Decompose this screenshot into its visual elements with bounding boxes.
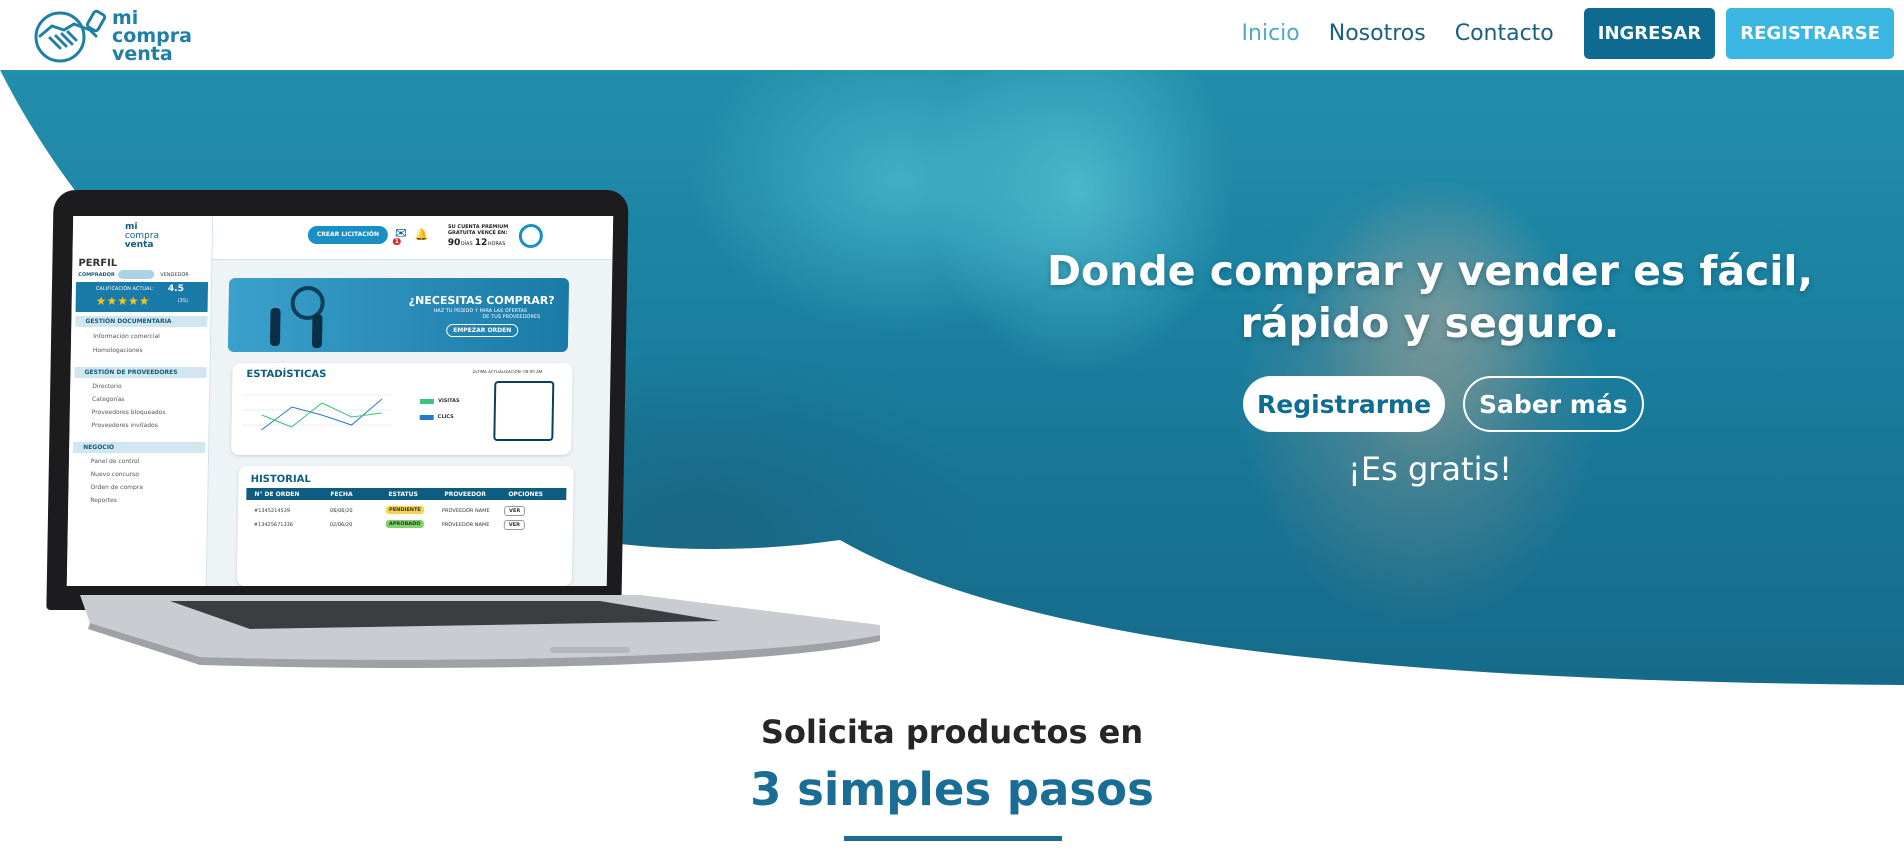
mini-view-button: VER <box>503 520 526 530</box>
mini-cell: #1345214539 <box>254 508 291 514</box>
mini-legend-clicks-swatch <box>419 415 434 420</box>
register-button[interactable]: REGISTRARSE <box>1726 7 1894 59</box>
mini-toggle-right: VENDEDOR <box>160 272 189 278</box>
mini-status-approved: APROBADO <box>385 520 424 528</box>
mini-view-button: VER <box>503 506 526 516</box>
mini-item: Nuevo concurso <box>90 471 140 478</box>
mini-col: OPCIONES <box>508 491 544 498</box>
mini-stats-title: ESTADÍSTICAS <box>246 369 327 380</box>
steps-divider <box>844 836 1062 841</box>
mini-banner-button: EMPEZAR ORDEN <box>446 324 519 337</box>
mini-item: Información comercial <box>93 333 160 340</box>
mini-banner-sub2: DE TUS PROVEEDORES <box>482 314 541 320</box>
mini-notification-badge: 1 <box>392 238 402 245</box>
mini-section-title-2: GESTIÓN DE PROVEEDORES <box>84 369 178 376</box>
logo-wordmark: mi compra venta <box>112 9 192 65</box>
mini-rating-stars: ★★★★★ <box>95 294 150 308</box>
mini-cell: PROVEEDOR NAME <box>442 508 490 514</box>
mini-cell: 02/06/20 <box>329 522 353 528</box>
laptop-mockup: mi compra venta PERFIL COMPRADOR VENDEDO… <box>46 190 880 685</box>
logo-line3: venta <box>112 43 173 65</box>
mini-bell-icon: 🔔 <box>414 228 429 241</box>
mini-cell: PROVEEDOR NAME <box>441 522 490 528</box>
nav-contacto[interactable]: Contacto <box>1455 21 1554 46</box>
hero-free-note: ¡Es gratis! <box>1348 450 1512 488</box>
mini-history-title: HISTORIAL <box>250 474 311 485</box>
laptop-screen: mi compra venta PERFIL COMPRADOR VENDEDO… <box>66 216 614 586</box>
laptop-screen-frame: mi compra venta PERFIL COMPRADOR VENDEDO… <box>46 190 629 610</box>
mini-col: N° DE ORDEN <box>254 491 300 498</box>
mini-premium-line2: GRATUITA VENCE EN: <box>447 230 508 236</box>
hero-section: mi compra venta PERFIL COMPRADOR VENDEDO… <box>0 70 1904 685</box>
steps-subtitle: 3 simples pasos <box>750 763 1154 816</box>
mini-stats-illustration <box>493 381 555 441</box>
site-header: mi compra venta Inicio Nosotros Contacto… <box>0 0 1904 70</box>
mini-profile-label: PERFIL <box>78 258 118 269</box>
mini-legend-clicks: CLICS <box>437 414 454 420</box>
mini-col: PROVEEDOR <box>444 491 486 498</box>
hero-headline: Donde comprar y vender es fácil, rápido … <box>1046 247 1814 347</box>
mini-banner-illustration <box>268 284 339 348</box>
mini-history-card: HISTORIAL N° DE ORDEN FECHA ESTATUS PROV… <box>236 466 574 586</box>
mini-premium-days-label: DÍAS <box>460 241 473 247</box>
login-button[interactable]: INGRESAR <box>1583 7 1716 59</box>
mini-topbar: CREAR LICITACIÓN ✉ 1 🔔 SU CUENTA PREMIUM… <box>212 216 614 260</box>
mini-banner-title: ¿NECESITAS COMPRAR? <box>408 294 555 307</box>
mini-banner: ¿NECESITAS COMPRAR? HAZ TU PEDIDO Y MIRA… <box>227 278 570 352</box>
mini-col: ESTATUS <box>388 491 418 498</box>
mini-premium-days: 90 <box>447 238 461 248</box>
mini-section-title-1: GESTIÓN DOCUMENTARIA <box>85 318 172 325</box>
mini-create-label: CREAR LICITACIÓN <box>316 231 380 238</box>
mini-cell: #13425671336 <box>253 522 294 528</box>
mini-item: Directorio <box>92 383 122 390</box>
registrarme-button[interactable]: Registrarme <box>1243 376 1446 432</box>
mini-stats-card: ESTADÍSTICAS ÚLTIMA ACTUALIZACIÓN: 08:00… <box>231 363 573 455</box>
main-nav: Inicio Nosotros Contacto INGRESAR REGIST… <box>1242 0 1894 66</box>
hero-cta-group: Registrarme Saber más <box>1243 376 1644 432</box>
mini-premium-hours-label: HORAS <box>487 241 506 247</box>
steps-title: Solicita productos en <box>760 713 1144 751</box>
mini-premium-hours: 12 <box>474 238 488 248</box>
mini-stats-update: ÚLTIMA ACTUALIZACIÓN: 08:00 AM <box>472 369 543 374</box>
mini-legend-visits: VISITAS <box>437 398 460 404</box>
nav-inicio[interactable]: Inicio <box>1242 21 1300 46</box>
mini-rating-value: 4.5 <box>167 284 184 294</box>
mini-sidebar: mi compra venta PERFIL COMPRADOR VENDEDO… <box>66 216 214 586</box>
mini-line-chart <box>241 394 393 431</box>
handshake-logo-icon <box>34 9 106 63</box>
mini-status-pending: PENDIENTE <box>386 506 424 514</box>
mini-col: FECHA <box>330 491 353 498</box>
logo[interactable]: mi compra venta <box>30 6 195 66</box>
mini-item: Orden de compra <box>90 484 144 491</box>
mini-toggle-left: COMPRADOR <box>78 272 115 278</box>
nav-nosotros[interactable]: Nosotros <box>1329 21 1426 46</box>
saber-mas-button[interactable]: Saber más <box>1463 376 1644 432</box>
mini-role-toggle <box>118 270 155 279</box>
mini-item: Reportes <box>90 497 118 504</box>
mini-item: Proveedores invitados <box>91 422 158 429</box>
mini-rating-label: CALIFICACIÓN ACTUAL: <box>95 286 155 292</box>
mini-legend-visits-swatch <box>419 399 435 404</box>
mini-item: Panel de control <box>90 458 140 465</box>
mini-item: Homologaciones <box>92 347 143 354</box>
mini-item: Proveedores bloqueados <box>91 409 166 416</box>
mini-avatar-icon <box>518 224 544 248</box>
mini-cell: 06/06/20 <box>330 508 353 514</box>
mini-history-header: N° DE ORDEN FECHA ESTATUS PROVEEDOR OPCI… <box>246 488 567 500</box>
mini-logo-line3: venta <box>124 240 154 250</box>
laptop-keyboard-base <box>80 595 880 668</box>
mini-section-title-3: NEGOCIO <box>83 444 115 451</box>
mini-item: Categorías <box>91 396 125 403</box>
mini-rating-count: (35) <box>177 298 189 304</box>
